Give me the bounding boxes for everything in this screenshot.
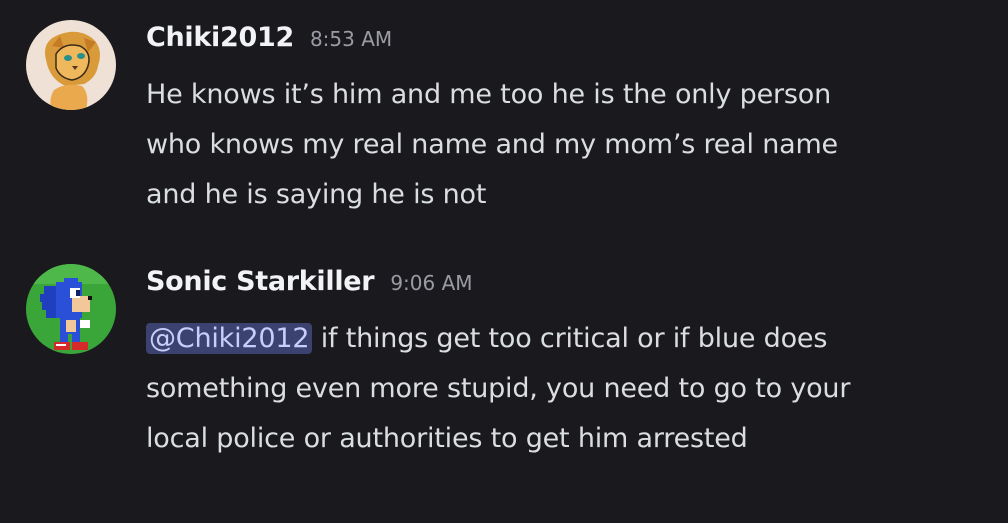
username[interactable]: Chiki2012 — [146, 22, 294, 53]
message-line: He knows it’s him and me too he is the o… — [146, 79, 831, 110]
avatar-chiki2012[interactable] — [26, 20, 116, 110]
user-mention[interactable]: @Chiki2012 — [146, 323, 313, 354]
message-body: @Chiki2012 if things get too critical or… — [146, 314, 988, 464]
avatar-sonic-starkiller[interactable] — [26, 264, 116, 354]
message-line: who knows my real name and my mom’s real… — [146, 129, 838, 160]
message-line: and he is saying he is not — [146, 179, 487, 210]
timestamp: 8:53 AM — [309, 27, 393, 51]
username[interactable]: Sonic Starkiller — [146, 266, 375, 297]
message-content: Sonic Starkiller 9:06 AM @Chiki2012 if t… — [146, 262, 988, 464]
message-line: local police or authorities to get him a… — [146, 423, 748, 454]
message-content: Chiki2012 8:53 AM He knows it’s him and … — [146, 18, 988, 220]
timestamp: 9:06 AM — [390, 271, 473, 295]
message-body: He knows it’s him and me too he is the o… — [146, 70, 988, 220]
message-line: something even more stupid, you need to … — [146, 373, 851, 404]
message-line-text: if things get too critical or if blue do… — [312, 323, 828, 354]
message-header: Sonic Starkiller 9:06 AM — [146, 262, 988, 314]
message-line: @Chiki2012 if things get too critical or… — [146, 314, 988, 364]
message-header: Chiki2012 8:53 AM — [146, 18, 988, 70]
lion-cub-avatar-icon — [26, 20, 116, 110]
sonic-sprite-avatar-icon — [26, 264, 116, 354]
